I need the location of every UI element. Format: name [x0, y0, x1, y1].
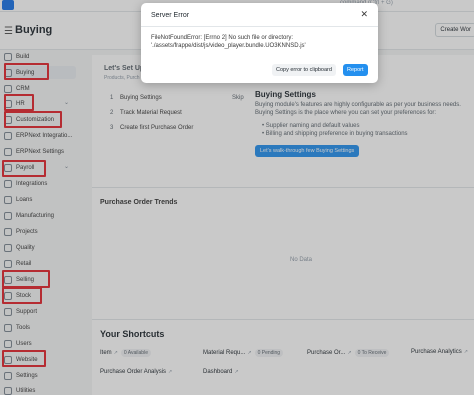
dialog-divider: [141, 26, 378, 27]
dialog-title: Server Error: [151, 12, 190, 19]
report-button[interactable]: Report: [343, 64, 368, 76]
server-error-dialog: Server Error ✕ FileNotFoundError: [Errno…: [141, 3, 378, 83]
error-message: FileNotFoundError: [Errno 2] No such fil…: [151, 35, 306, 49]
copy-error-button[interactable]: Copy error to clipboard: [272, 64, 336, 76]
close-icon[interactable]: ✕: [360, 9, 368, 20]
